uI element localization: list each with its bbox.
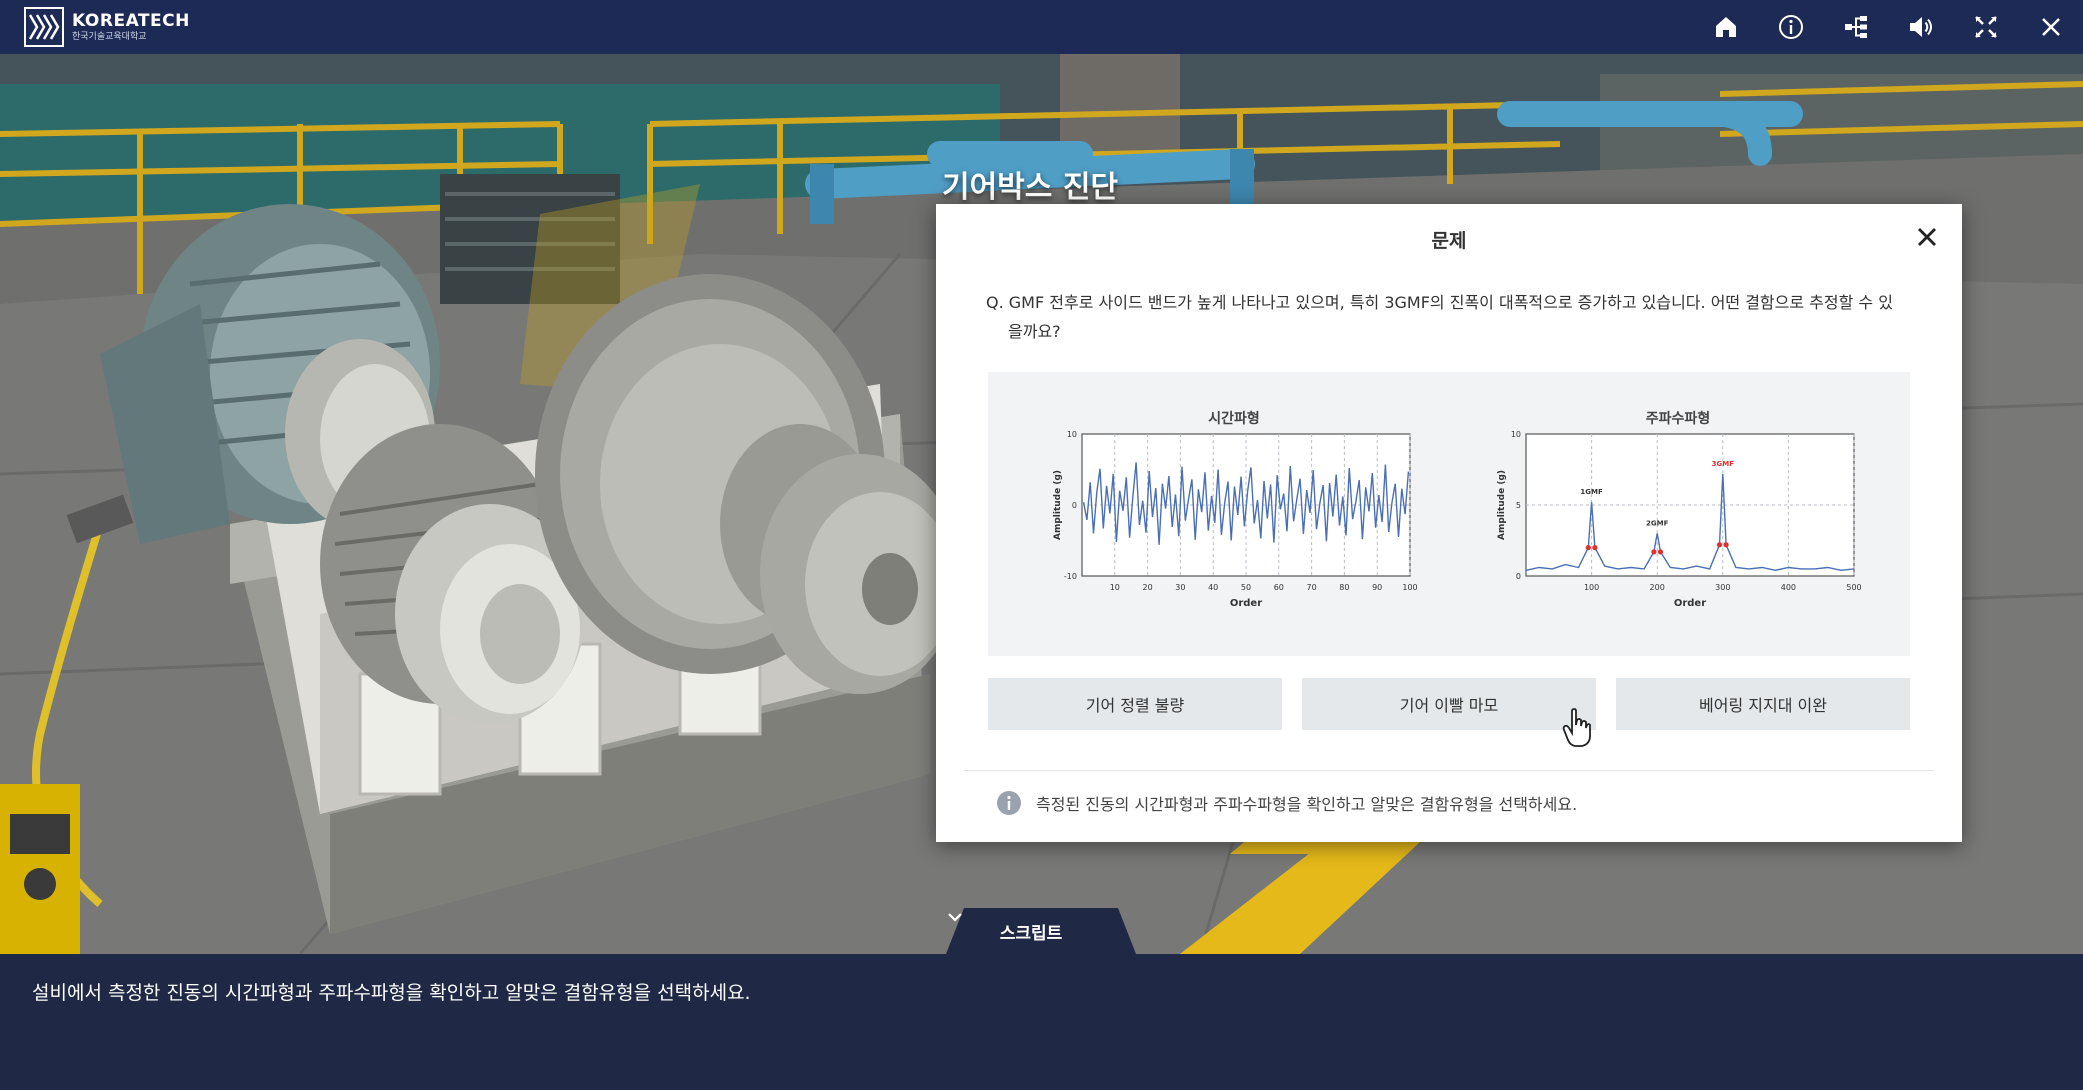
hint-text: 측정된 진동의 시간파형과 주파수파형을 확인하고 알맞은 결함유형을 선택하세… <box>1036 795 1578 814</box>
fullscreen-button[interactable] <box>1953 0 2018 54</box>
logo-mark-icon <box>24 7 64 47</box>
volume-icon <box>1909 17 1932 37</box>
y-tick-label: 0 <box>1516 572 1521 581</box>
y-tick-label: 10 <box>1067 430 1077 439</box>
info-icon <box>997 791 1021 815</box>
x-tick-label: 100 <box>1584 583 1599 592</box>
x-axis-label: Order <box>1230 598 1262 609</box>
x-tick-label: 100 <box>1402 583 1417 592</box>
option-gear-tooth-wear[interactable]: 기어 이빨 마모 <box>1302 678 1596 730</box>
x-tick-label: 90 <box>1372 583 1382 592</box>
sideband-marker <box>1592 545 1598 551</box>
frequency-waveform-chart: 주파수파형 100 200 300 400 500 10 5 0 Order Amplitude … <box>1468 372 1888 656</box>
close-icon <box>2041 18 2060 36</box>
x-tick-label: 70 <box>1307 583 1317 592</box>
x-tick-label: 10 <box>1110 583 1120 592</box>
x-tick-label: 400 <box>1781 583 1796 592</box>
top-bar: KOREATECH 한국기술교육대학교 <box>0 0 2083 54</box>
script-tab-label: 스크립트 <box>999 924 1063 944</box>
frequency-waveform-plot: 100 200 300 400 500 10 5 0 Order Amplitude (g) 1GM… <box>1497 430 1862 609</box>
y-tick-label: -10 <box>1064 572 1077 581</box>
logo-subtitle: 한국기술교육대학교 <box>72 31 147 42</box>
option-gear-misalignment[interactable]: 기어 정렬 불량 <box>988 678 1282 730</box>
x-tick-label: 80 <box>1339 583 1349 592</box>
x-tick-label: 30 <box>1175 583 1185 592</box>
sideband-marker <box>1585 545 1591 551</box>
y-axis-label: Amplitude (g) <box>1053 470 1063 540</box>
info-icon <box>1778 15 1803 39</box>
home-icon <box>1715 17 1736 37</box>
x-tick-label: 300 <box>1715 583 1730 592</box>
volume-button[interactable] <box>1888 0 1953 54</box>
y-tick-label: 5 <box>1516 501 1521 510</box>
close-button[interactable] <box>2018 0 2083 54</box>
chart-panel: 시간파형 10 20 30 40 50 60 70 80 90 100 10 0 -10 Order Amp… <box>988 372 1910 656</box>
question-text: Q. GMF 전후로 사이드 밴드가 높게 나타나고 있으며, 특히 3GMF의… <box>986 293 1893 341</box>
logo-name: KOREATECH <box>72 10 190 31</box>
x-tick-label: 60 <box>1274 583 1284 592</box>
fullscreen-icon <box>1974 16 1997 38</box>
home-button[interactable] <box>1693 0 1758 54</box>
sideband-marker <box>1716 542 1723 548</box>
peak-annotation: 2GMF <box>1646 519 1669 527</box>
x-tick-label: 50 <box>1241 583 1251 592</box>
info-button[interactable] <box>1758 0 1823 54</box>
subtitle-text: 설비에서 측정한 진동의 시간파형과 주파수파형을 확인하고 알맞은 결함유형을… <box>32 982 751 1004</box>
script-toggle-tab[interactable]: 스크립트 <box>946 908 1136 954</box>
y-tick-label: 0 <box>1072 501 1077 510</box>
sideband-marker <box>1657 549 1664 555</box>
x-tick-label: 40 <box>1208 583 1218 592</box>
logo: KOREATECH 한국기술교육대학교 <box>24 7 190 47</box>
chevron-down-icon <box>948 913 962 922</box>
sitemap-button[interactable] <box>1823 0 1888 54</box>
x-tick-label: 200 <box>1650 583 1665 592</box>
y-tick-label: 10 <box>1511 430 1521 439</box>
y-axis-label: Amplitude (g) <box>1497 470 1507 540</box>
sitemap-icon <box>1844 16 1867 38</box>
time-waveform-plot: 10 20 30 40 50 60 70 80 90 100100-10OrderAmplitud… <box>1053 430 1418 609</box>
dialog-title: 문제 <box>1431 230 1467 252</box>
time-waveform-chart: 시간파형 10 20 30 40 50 60 70 80 90 100 10 0 -10 Order Amp… <box>1024 372 1444 656</box>
peak-annotation: 3GMF <box>1712 460 1735 468</box>
peak-annotation: 1GMF <box>1580 488 1603 496</box>
sideband-marker <box>1723 542 1729 548</box>
sideband-marker <box>1651 549 1657 555</box>
hint-row: 측정된 진동의 시간파형과 주파수파형을 확인하고 알맞은 결함유형을 선택하세… <box>996 790 1577 816</box>
hand-cursor-icon <box>1562 708 1591 747</box>
option-bearing-looseness[interactable]: 베어링 지지대 이완 <box>1616 678 1910 730</box>
x-axis-label: Order <box>1674 598 1706 609</box>
close-dialog-icon[interactable] <box>1912 222 1942 252</box>
x-tick-label: 20 <box>1143 583 1153 592</box>
divider <box>964 770 1934 771</box>
subtitle-bar: 설비에서 측정한 진동의 시간파형과 주파수파형을 확인하고 알맞은 결함유형을… <box>0 954 2083 1090</box>
answer-options: 기어 정렬 불량 기어 이빨 마모 베어링 지지대 이완 <box>988 678 1910 730</box>
question-dialog: 문제 Q. GMF 전후로 사이드 밴드가 높게 나타나고 있으며, 특히 3G… <box>936 204 1962 842</box>
scene-title: 기어박스 진단 <box>941 170 1119 205</box>
x-tick-label: 500 <box>1846 583 1861 592</box>
